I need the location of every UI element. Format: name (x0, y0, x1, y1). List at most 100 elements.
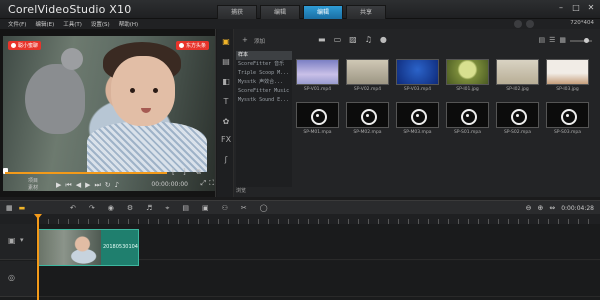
media-item[interactable]: SP-I01.jpg (446, 59, 489, 92)
photo-filter-icon[interactable]: ▨ (349, 35, 357, 44)
motion-tracking-icon[interactable]: ⌖ (165, 204, 169, 213)
folder-item[interactable]: Mysstk Sound E... (236, 96, 292, 105)
video-frame-shape (130, 88, 135, 93)
media-item[interactable]: SP-V03.mp4 (396, 59, 439, 92)
volume-icon[interactable]: ♪ (115, 181, 119, 190)
add-label[interactable]: 添加 (254, 37, 265, 45)
zoom-in-icon[interactable]: ⊕ (537, 204, 543, 212)
path-icon[interactable]: ʃ (221, 155, 231, 165)
track-toggle-icon[interactable]: ▾ (20, 236, 24, 244)
menu-edit[interactable]: 编辑(E) (35, 20, 54, 28)
media-item[interactable]: SP-M01.mpa (296, 102, 339, 135)
filter-icon[interactable]: FX (221, 135, 231, 145)
sort-icon[interactable]: ▤ (538, 36, 545, 44)
library-side-toolbar: ▣ ▤ ◧ T ✿ FX ʃ (217, 29, 234, 197)
subtitle-icon[interactable]: ▤ (182, 204, 189, 213)
fit-project-icon[interactable]: ⇔ (549, 204, 555, 212)
resize-icon[interactable]: ⤢ (200, 179, 206, 188)
thumbnail-view-icon[interactable]: ▦ (559, 36, 566, 44)
auto-music-icon[interactable]: ♬ (146, 204, 152, 213)
menu: 文件(F) 编辑(E) 工具(T) 设置(S) 帮助(H) (8, 20, 138, 28)
browse-label: 浏览 (236, 188, 247, 194)
media-item[interactable]: SP-M02.mpa (346, 102, 389, 135)
media-icon[interactable]: ▣ (221, 37, 231, 47)
menu-settings[interactable]: 设置(S) (91, 20, 110, 28)
title-bar: CorelVideoStudio X10 捕获 编辑 编辑 共享 – □ ✕ (0, 0, 600, 19)
maximize-icon[interactable]: □ (571, 3, 581, 13)
expand-icon[interactable]: ⛶ (209, 179, 214, 188)
home-icon[interactable]: ⏮ (65, 181, 71, 190)
storyboard-view-icon[interactable]: ▦ (6, 204, 13, 212)
transition-icon[interactable]: ◧ (221, 77, 231, 87)
media-label: SP-V01.mp4 (303, 87, 332, 92)
folder-item[interactable]: Triple Scoop M... (236, 69, 292, 78)
timeline-ruler[interactable] (0, 214, 600, 224)
video-filter-icon[interactable]: ▭ (334, 35, 342, 44)
folder-item[interactable]: ScoreFitter 音乐 (236, 60, 292, 69)
folder-item[interactable]: ScoreFitter Music (236, 87, 292, 96)
folder-item[interactable]: 样本 (236, 51, 292, 60)
media-thumbnail (446, 59, 489, 85)
overlay-track[interactable] (36, 261, 600, 297)
media-item[interactable]: SP-M03.mpa (396, 102, 439, 135)
mark-in-icon[interactable]: [ (172, 168, 175, 176)
zoom-out-icon[interactable]: ⊖ (526, 204, 532, 212)
next-frame-icon[interactable]: ▶ (85, 181, 90, 190)
menu-tools[interactable]: 工具(T) (63, 20, 82, 28)
media-item[interactable]: SP-S02.mpa (496, 102, 539, 135)
favorites-icon[interactable]: ● (380, 35, 387, 44)
mode-project[interactable]: 项目 (28, 178, 38, 185)
tab-share[interactable]: 共享 (346, 5, 386, 19)
window-controls: – □ ✕ (556, 3, 596, 13)
undo-icon[interactable]: ↶ (70, 204, 76, 213)
folder-item[interactable]: Mysstk 声效合... (236, 78, 292, 87)
thumbnail-size-slider[interactable] (570, 38, 592, 43)
redo-icon[interactable]: ↷ (89, 204, 95, 213)
audio-disc-icon (346, 102, 389, 128)
library-panel: + 添加 ▬ ▭ ▨ ♫ ● ▤ ☰ ▦ 样本 ScoreFitter 音乐 T… (234, 29, 600, 197)
media-item[interactable]: SP-I02.jpg (496, 59, 539, 92)
title-icon[interactable]: T (221, 97, 231, 107)
media-label: SP-M01.mpa (303, 130, 332, 135)
play-icon[interactable]: ▶ (56, 181, 61, 190)
folder-icon[interactable]: ▬ (318, 35, 326, 44)
record-icon[interactable]: ◉ (108, 204, 114, 213)
split-screen-icon[interactable]: ✂ (241, 204, 247, 213)
menu-help[interactable]: 帮助(H) (119, 20, 138, 28)
media-item[interactable]: SP-S01.mpa (446, 102, 489, 135)
video-clip[interactable]: 20180530104 (38, 229, 139, 266)
overlay-track-header: ◎ (0, 261, 36, 297)
audio-filter-icon[interactable]: ♫ (365, 35, 372, 44)
media-item[interactable]: SP-V01.mp4 (296, 59, 339, 92)
media-item[interactable]: SP-S03.mpa (546, 102, 589, 135)
player-controls: 项目 素材 ▶ ⏮ ◀ ▶ ⏭ ↻ ♪ 00:00:00:00 ⤢ ⛶ (4, 176, 216, 196)
prev-frame-icon[interactable]: ◀ (76, 181, 81, 190)
media-item[interactable]: SP-I03.jpg (546, 59, 589, 92)
timeline-view-icon[interactable]: ▬ (19, 204, 26, 212)
close-icon[interactable]: ✕ (586, 3, 596, 13)
media-item[interactable]: SP-V02.mp4 (346, 59, 389, 92)
list-view-icon[interactable]: ☰ (549, 36, 555, 44)
menu-file[interactable]: 文件(F) (8, 20, 26, 28)
camera-icon[interactable] (526, 20, 534, 28)
time-remap-icon[interactable]: ⚇ (222, 204, 228, 213)
tab-edit-1[interactable]: 编辑 (260, 5, 300, 19)
tab-edit-2[interactable]: 编辑 (303, 5, 343, 19)
instant-project-icon[interactable]: ▤ (221, 57, 231, 67)
mark-out-icon[interactable]: ] (183, 168, 186, 176)
add-icon[interactable]: + (242, 36, 248, 44)
app-title: CorelVideoStudio X10 (8, 3, 131, 16)
end-icon[interactable]: ⏭ (94, 181, 100, 190)
graphic-icon[interactable]: ✿ (221, 117, 231, 127)
info-icon[interactable] (514, 20, 522, 28)
multicam-icon[interactable]: ▣ (202, 204, 209, 213)
repeat-icon[interactable]: ↻ (105, 181, 111, 190)
tab-capture[interactable]: 捕获 (217, 5, 257, 19)
mode-clip[interactable]: 素材 (28, 185, 38, 192)
minimize-icon[interactable]: – (556, 3, 566, 13)
audio-mixer-icon[interactable]: ⚙ (127, 204, 133, 213)
comment-icon[interactable]: ◯ (260, 204, 268, 213)
browse-button[interactable]: 浏览 (236, 187, 246, 194)
playhead[interactable] (37, 214, 39, 300)
scrubber-bar[interactable] (5, 172, 167, 174)
